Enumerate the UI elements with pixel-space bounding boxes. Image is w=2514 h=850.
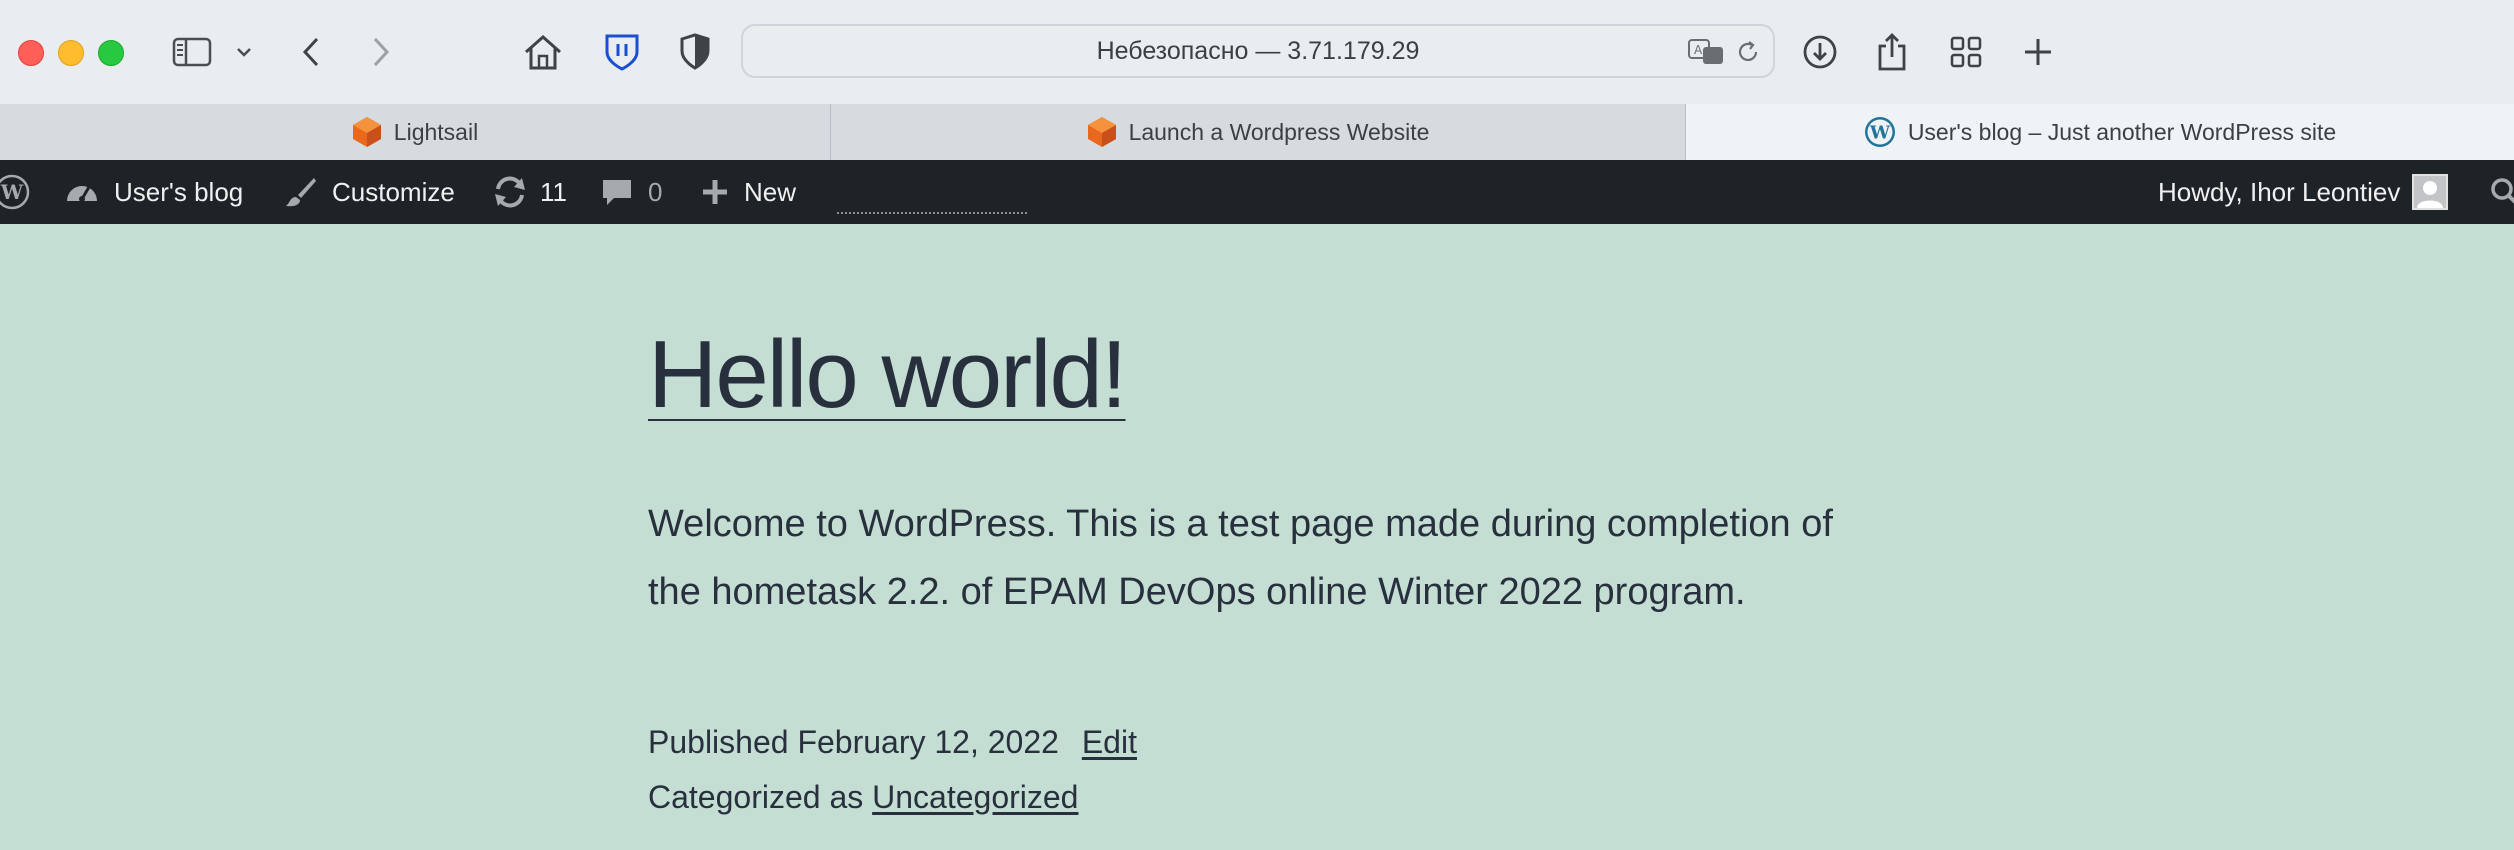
tab-strip: Lightsail Launch a Wordpress Website W U… <box>0 104 2514 160</box>
tab-users-blog[interactable]: W User's blog – Just another WordPress s… <box>1686 104 2514 160</box>
close-window-button[interactable] <box>18 40 44 66</box>
search-menu[interactable] <box>2490 160 2514 224</box>
search-icon <box>2491 178 2514 204</box>
howdy-label: Howdy, Ihor Leontiev <box>2158 176 2401 207</box>
paintbrush-icon <box>286 178 316 207</box>
published-prefix: Published <box>648 724 789 760</box>
post-title-link[interactable]: Hello world! <box>648 322 1128 428</box>
svg-text:W: W <box>1869 123 1891 144</box>
tab-label: Lightsail <box>393 118 479 145</box>
focus-outline <box>837 212 1027 214</box>
privacy-shield-icon[interactable] <box>675 26 715 78</box>
tab-overview-icon[interactable] <box>1946 26 1986 78</box>
downloads-icon[interactable] <box>1800 26 1840 78</box>
comments-count: 0 <box>648 176 663 207</box>
customize-menu[interactable]: Customize <box>284 160 455 224</box>
edit-link[interactable]: Edit <box>1082 724 1137 760</box>
published-date: February 12, 2022 <box>797 724 1059 760</box>
post-body: Welcome to WordPress. This is a test pag… <box>648 503 1833 613</box>
updates-count: 11 <box>540 176 567 207</box>
new-label: New <box>744 176 797 207</box>
tab-launch-wordpress[interactable]: Launch a Wordpress Website <box>831 104 1686 160</box>
categorized-prefix: Categorized as <box>648 779 864 815</box>
wp-logo-menu[interactable]: W <box>0 160 30 224</box>
translate-icon[interactable]: A <box>1687 38 1725 71</box>
customize-label: Customize <box>332 176 455 207</box>
bitwarden-shield-icon[interactable] <box>600 26 644 78</box>
tab-lightsail[interactable]: Lightsail <box>0 104 831 160</box>
wp-admin-bar: W User's blog Customize 11 0 New Howdy, … <box>0 160 2514 224</box>
share-icon[interactable] <box>1872 26 1912 78</box>
my-account-menu[interactable]: Howdy, Ihor Leontiev <box>2158 160 2449 224</box>
home-icon[interactable] <box>521 26 565 78</box>
back-icon[interactable] <box>296 26 326 78</box>
wordpress-icon: W <box>0 174 30 210</box>
site-name: User's blog <box>114 176 244 207</box>
aws-cube-icon <box>1087 116 1117 148</box>
svg-text:W: W <box>0 180 24 204</box>
comment-icon <box>603 180 631 205</box>
post-category-meta: Categorized as Uncategorized <box>648 779 1078 816</box>
avatar <box>2412 174 2449 210</box>
updates-icon <box>495 176 525 208</box>
plus-icon <box>703 180 727 204</box>
browser-toolbar: Небезопасно — 3.71.179.29 A <box>0 0 2514 105</box>
category-link[interactable]: Uncategorized <box>872 779 1078 815</box>
address-bar[interactable]: Небезопасно — 3.71.179.29 A <box>741 24 1775 78</box>
aws-cube-icon <box>352 116 382 148</box>
svg-text:A: A <box>1694 43 1703 57</box>
sidebar-icon[interactable] <box>170 26 214 78</box>
zoom-window-button[interactable] <box>98 40 124 66</box>
forward-icon[interactable] <box>366 26 396 78</box>
wordpress-icon: W <box>1864 116 1896 148</box>
minimize-window-button[interactable] <box>58 40 84 66</box>
tab-label: User's blog – Just another WordPress sit… <box>1907 118 2337 145</box>
updates-menu[interactable]: 11 <box>492 160 567 224</box>
comments-menu[interactable]: 0 <box>600 160 662 224</box>
new-content-menu[interactable]: New <box>700 160 796 224</box>
post-published-meta: Published February 12, 2022 Edit <box>648 724 1137 761</box>
address-text: Небезопасно — 3.71.179.29 <box>1096 37 1420 65</box>
site-name-menu[interactable]: User's blog <box>64 160 243 224</box>
new-tab-icon[interactable] <box>2018 26 2058 78</box>
chevron-down-icon[interactable] <box>232 26 256 78</box>
dashboard-icon <box>67 186 97 202</box>
reload-icon[interactable] <box>1735 39 1761 70</box>
tab-label: Launch a Wordpress Website <box>1128 118 1430 145</box>
